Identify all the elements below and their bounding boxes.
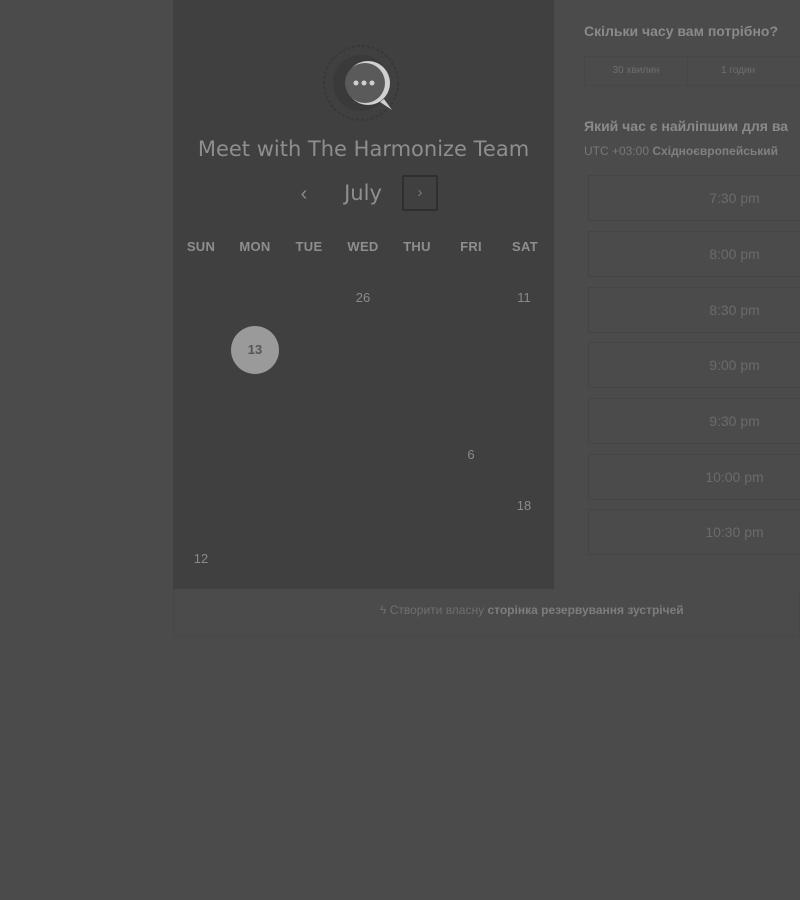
weekday-thu: THU (403, 239, 431, 254)
page-title: Meet with The Harmonize Team (197, 137, 530, 161)
time-slot[interactable]: 8:00 pm (588, 231, 800, 277)
calendar-day[interactable]: 6 (451, 447, 491, 462)
time-slot[interactable]: 10:30 pm (588, 509, 800, 555)
footer-link-text: сторінка резервування зустрічей (487, 603, 684, 617)
weekday-sat: SAT (512, 239, 538, 254)
time-slot[interactable]: 8:30 pm (588, 287, 800, 333)
time-slot-label: 10:00 pm (705, 469, 764, 485)
time-slot-label: 8:30 pm (709, 302, 760, 318)
duration-1hour-button[interactable]: 1 годин (688, 56, 788, 86)
prev-month-button[interactable]: ‹ (290, 180, 318, 208)
time-slot-label: 9:30 pm (709, 413, 760, 429)
calendar-day[interactable]: 12 (181, 551, 221, 566)
time-slot[interactable]: 10:00 pm (588, 454, 800, 500)
timezone-label[interactable]: UTC +03:00 Східноєвропейський (584, 144, 778, 158)
duration-30min-button[interactable]: 30 хвилин (585, 56, 687, 86)
time-slot[interactable]: 9:30 pm (588, 398, 800, 444)
weekday-wed: WED (347, 239, 379, 254)
duration-question: Скільки часу вам потрібно? (584, 23, 779, 39)
calendar-day[interactable]: 11 (504, 290, 544, 305)
time-slot[interactable]: 9:00 pm (588, 342, 800, 388)
timezone-name: Східноєвропейський (652, 144, 779, 158)
time-slot-label: 9:00 pm (709, 357, 760, 373)
weekday-mon: MON (239, 239, 271, 254)
month-label: July (344, 181, 382, 205)
footer-link-prefix: Створити власну (389, 603, 485, 617)
weekday-tue: TUE (295, 239, 323, 254)
weekday-fri: FRI (460, 239, 482, 254)
lightning-icon: ϟ (380, 603, 387, 617)
time-slot[interactable]: 7:30 pm (588, 175, 800, 221)
time-slot-label: 8:00 pm (709, 246, 760, 262)
calendar-day[interactable]: 18 (504, 498, 544, 513)
create-booking-page-link[interactable]: ϟ Створити власну сторінка резервування … (380, 603, 684, 617)
timezone-offset: UTC +03:00 (584, 144, 650, 158)
booking-page: Meet with The Harmonize Team ‹ July › SU… (0, 0, 800, 900)
time-slot-label: 7:30 pm (709, 190, 760, 206)
calendar-day[interactable]: 26 (343, 290, 383, 305)
chat-bubble-logo-icon (323, 45, 399, 121)
calendar-day-selected[interactable]: 13 (231, 326, 279, 374)
month-navigation: ‹ July › (173, 175, 554, 215)
time-slot-label: 10:30 pm (705, 524, 764, 540)
next-month-button[interactable]: › (402, 175, 438, 211)
weekday-sun: SUN (186, 239, 216, 254)
best-time-question: Який час є найліпшим для ва (584, 118, 789, 134)
